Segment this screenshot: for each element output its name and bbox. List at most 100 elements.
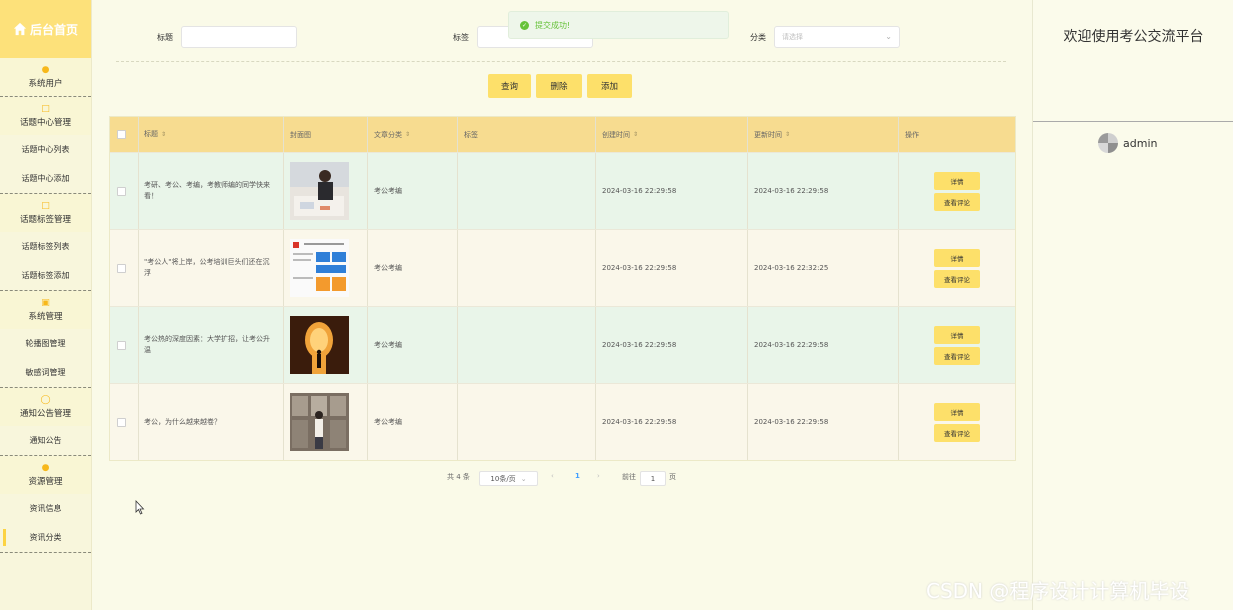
category-select[interactable]: 请选择 ⌄ [774,26,900,48]
picture-icon: ▣ [41,297,50,308]
row-category: 考公考编 [368,230,458,306]
sidebar-category-users[interactable]: ● 系统用户 [0,58,91,96]
sidebar-category-label: 系统管理 [28,311,63,322]
table-header: 标题 ⇕ 封面图 文章分类 ⇕ 标签 创建时间 ⇕ 更新时间 ⇕ 操作 [110,117,1015,152]
toast-text: 提交成功! [535,20,571,30]
cover-image[interactable] [290,393,349,451]
next-page-icon[interactable]: › [597,472,600,480]
header-title[interactable]: 标题 [144,129,158,140]
location-icon: ● [41,462,50,473]
check-circle-icon: ✓ [520,20,529,30]
detail-button[interactable]: 详情 [934,402,980,421]
title-label: 标题 [157,33,173,42]
row-created: 2024-03-16 22:29:58 [596,153,748,229]
table-row: 考公热的深度因素：大学扩招，让考公升温 考公考编 2024-03-16 22:2… [110,306,1015,383]
query-button[interactable]: 查询 [488,74,531,98]
username: admin [1123,136,1158,150]
sidebar-item-topic-center-list[interactable]: 话题中心列表 [0,135,91,164]
header-cover: 封面图 [290,130,311,139]
edit-icon: □ [41,200,50,211]
row-updated: 2024-03-16 22:32:25 [748,230,899,306]
row-title: 考公，为什么越来越卷？ [139,384,284,460]
row-updated: 2024-03-16 22:29:58 [748,384,899,460]
header-category[interactable]: 文章分类 [374,130,402,140]
sort-icon[interactable]: ⇕ [161,129,166,140]
page-size-select[interactable]: 10条/页 ⌄ [479,471,538,486]
data-table: 标题 ⇕ 封面图 文章分类 ⇕ 标签 创建时间 ⇕ 更新时间 ⇕ 操作 考研、考公、考编… [109,116,1016,461]
delete-button[interactable]: 删除 [536,74,582,98]
sidebar: 后台首页 ● 系统用户 □ 话题中心管理 话题中心列表 话题中心添加 □ 话题标… [0,0,92,610]
sidebar-group-topic-tags: □ 话题标签管理 话题标签列表 话题标签添加 [0,194,91,291]
sidebar-group-system: ▣ 系统管理 轮播图管理 敏感词管理 [0,291,91,388]
sidebar-category-notice[interactable]: ◯ 通知公告管理 [0,388,91,426]
avatar [1098,133,1118,153]
sidebar-category-label: 系统用户 [28,78,63,89]
view-comments-button[interactable]: 查看评论 [934,192,980,211]
cover-image[interactable] [290,239,349,297]
pagination-total: 共 4 条 [447,473,470,481]
header-tag: 标签 [464,130,478,139]
view-comments-button[interactable]: 查看评论 [934,346,980,365]
success-toast: ✓ 提交成功! [508,11,729,39]
sidebar-category-label: 资源管理 [28,476,63,487]
add-button[interactable]: 添加 [587,74,632,98]
cover-image[interactable] [290,316,349,374]
row-checkbox[interactable] [117,263,126,273]
row-updated: 2024-03-16 22:29:58 [748,153,899,229]
sort-icon[interactable]: ⇕ [785,131,790,138]
sidebar-item-notice[interactable]: 通知公告 [0,426,91,455]
sidebar-item-topic-tag-list[interactable]: 话题标签列表 [0,232,91,261]
sidebar-home-label: 后台首页 [29,22,78,37]
sidebar-category-topic-tags[interactable]: □ 话题标签管理 [0,194,91,232]
sidebar-item-news-category[interactable]: 资讯分类 [0,523,91,552]
info-icon: ◯ [40,394,51,405]
sidebar-category-label: 话题标签管理 [19,214,71,225]
select-all-checkbox[interactable] [117,130,126,139]
detail-button[interactable]: 详情 [934,248,980,267]
detail-button[interactable]: 详情 [934,171,980,190]
sidebar-category-topic-center[interactable]: □ 话题中心管理 [0,97,91,135]
tag-label: 标签 [453,33,469,42]
sidebar-home[interactable]: 后台首页 [0,0,91,58]
row-checkbox[interactable] [117,186,126,196]
title-input[interactable] [181,26,297,48]
detail-button[interactable]: 详情 [934,325,980,344]
header-updated[interactable]: 更新时间 [754,130,782,140]
sidebar-item-topic-center-add[interactable]: 话题中心添加 [0,164,91,193]
prev-page-icon[interactable]: ‹ [551,472,554,480]
divider [116,61,1006,62]
sidebar-item-carousel[interactable]: 轮播图管理 [0,329,91,358]
row-category: 考公考编 [368,384,458,460]
sidebar-group-topic-center: □ 话题中心管理 话题中心列表 话题中心添加 [0,97,91,194]
table-row: 考公，为什么越来越卷？ 考公考编 2024-03-16 22:29:58 202… [110,383,1015,460]
cover-image[interactable] [290,162,349,220]
row-tag [458,230,596,306]
goto-suffix: 页 [669,473,676,481]
row-checkbox[interactable] [117,340,126,350]
sidebar-category-system[interactable]: ▣ 系统管理 [0,291,91,329]
row-checkbox[interactable] [117,417,126,427]
sidebar-group-notice: ◯ 通知公告管理 通知公告 [0,388,91,456]
sidebar-category-label: 话题中心管理 [19,117,71,128]
row-tag [458,307,596,383]
view-comments-button[interactable]: 查看评论 [934,423,980,442]
goto-prefix: 前往 [622,473,636,481]
row-category: 考公考编 [368,307,458,383]
view-comments-button[interactable]: 查看评论 [934,269,980,288]
category-label: 分类 [750,33,766,42]
sidebar-group-resources: ● 资源管理 资讯信息 资讯分类 [0,456,91,553]
sort-icon[interactable]: ⇕ [405,131,410,138]
header-created[interactable]: 创建时间 [602,130,630,140]
goto-page-input[interactable]: 1 [640,471,666,486]
page-number-current[interactable]: 1 [575,472,580,480]
page-size-value: 10条/页 [490,474,516,483]
home-icon [13,22,27,36]
user-info[interactable]: admin [1098,133,1157,153]
sidebar-category-resources[interactable]: ● 资源管理 [0,456,91,494]
sort-icon[interactable]: ⇕ [633,131,638,138]
row-category: 考公考编 [368,153,458,229]
sidebar-item-news-info[interactable]: 资讯信息 [0,494,91,523]
sidebar-item-topic-tag-add[interactable]: 话题标签添加 [0,261,91,290]
row-created: 2024-03-16 22:29:58 [596,384,748,460]
sidebar-item-sensitive-words[interactable]: 敏感词管理 [0,358,91,387]
